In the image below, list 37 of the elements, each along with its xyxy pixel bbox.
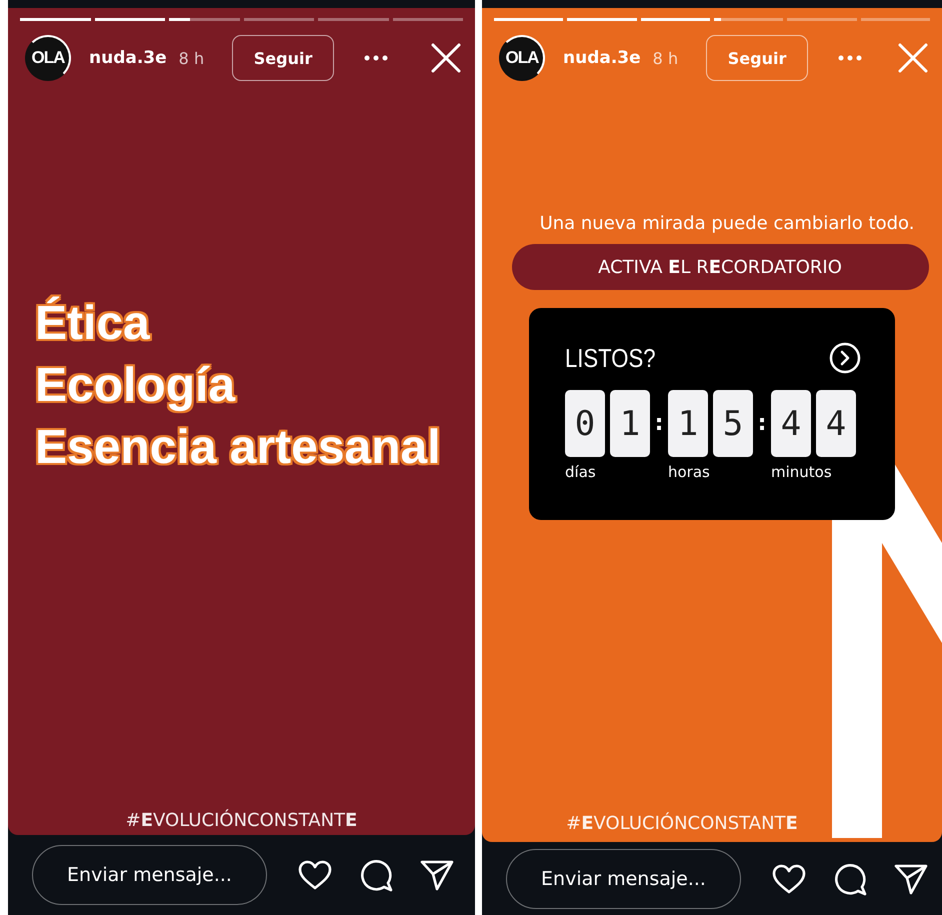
heart-icon[interactable] (298, 860, 332, 890)
unit-label: días (565, 463, 597, 481)
reminder-button[interactable]: ACTIVA EL RECORDATORIO (512, 244, 928, 290)
headline-text: Ecología (35, 358, 236, 414)
headline-text: Esencia artesanal (35, 420, 442, 476)
close-icon[interactable] (431, 43, 461, 73)
headline-text: Ética (35, 296, 151, 352)
unit-label: horas (668, 463, 711, 481)
send-icon[interactable] (420, 859, 454, 891)
caption-text: Una nueva mirada puede cambiarlo todo. (540, 213, 914, 234)
countdown-sticker[interactable]: LISTOS? 0 1 días : 1 5 horas : 4 4 minutos (529, 308, 895, 520)
hashtag-text: #EVOLUCIÓNCONSTANTE (124, 810, 358, 831)
digit-tile: 0 (565, 390, 605, 457)
digit-tile: 4 (771, 390, 811, 457)
comment-icon[interactable] (359, 858, 393, 892)
avatar-logo[interactable]: OLA (499, 35, 545, 81)
colon-separator: : (756, 410, 768, 438)
digit-tile: 1 (610, 390, 650, 457)
digit-tile: 4 (816, 390, 856, 457)
send-icon[interactable] (894, 862, 928, 894)
countdown-title: LISTOS? (565, 342, 656, 374)
hashtag-text: #EVOLUCIÓNCONSTANTE (565, 813, 799, 834)
more-icon[interactable] (364, 55, 388, 61)
post-time: 8 h (178, 48, 204, 68)
username[interactable]: nuda.3e (89, 48, 167, 68)
chevron-right-icon[interactable] (829, 342, 861, 374)
digit-tile: 1 (668, 390, 708, 457)
message-field[interactable]: Enviar mensaje... (506, 848, 741, 908)
heart-icon[interactable] (772, 864, 806, 894)
post-time: 8 h (652, 48, 678, 68)
unit-label: minutos (771, 463, 833, 481)
comment-icon[interactable] (833, 862, 867, 896)
message-field[interactable]: Enviar mensaje... (32, 845, 267, 905)
digit-tile: 5 (713, 390, 753, 457)
follow-button[interactable]: Seguir (232, 35, 334, 81)
colon-separator: : (654, 410, 664, 438)
avatar-logo[interactable]: OLA (25, 35, 71, 81)
